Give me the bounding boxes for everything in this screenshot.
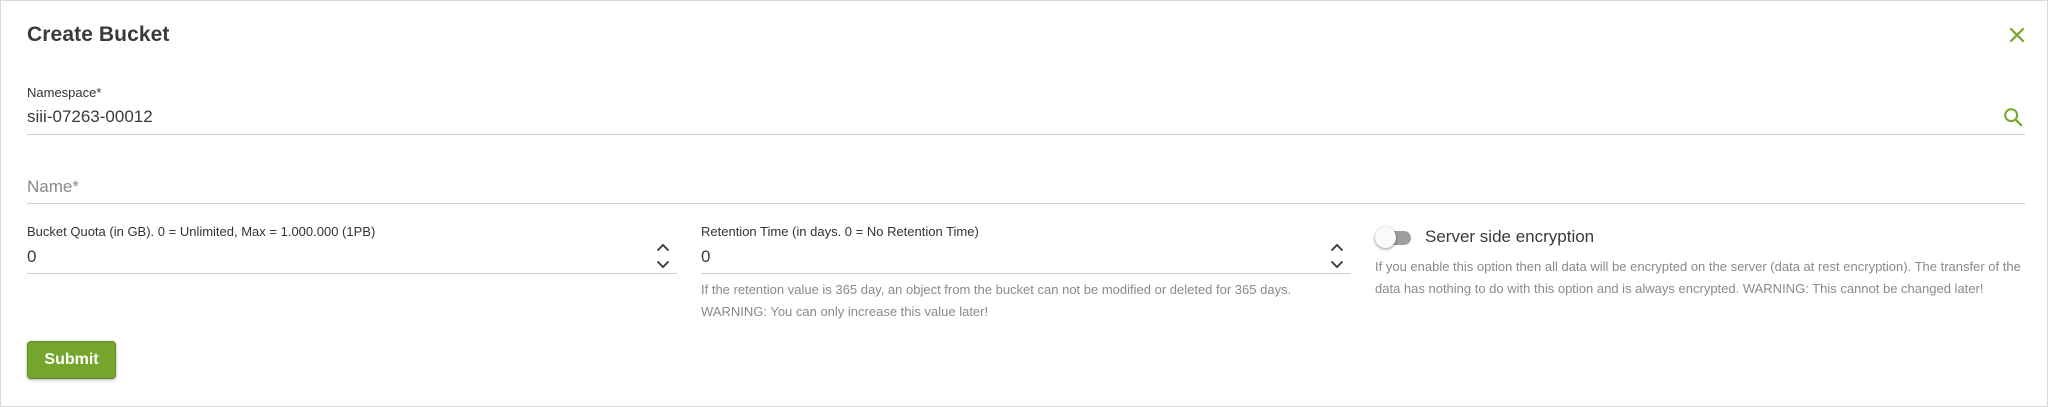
create-bucket-dialog: Create Bucket Namespace* siii-07263-0001… — [0, 0, 2048, 407]
dialog-title: Create Bucket — [27, 23, 170, 46]
retention-input[interactable]: 0 — [701, 247, 710, 267]
toggle-knob — [1375, 227, 1396, 248]
namespace-search-button[interactable] — [2002, 106, 2024, 128]
quota-underline — [27, 273, 677, 274]
retention-underline — [701, 273, 1351, 274]
retention-label: Retention Time (in days. 0 = No Retentio… — [701, 224, 979, 239]
chevron-up-down-icon — [657, 244, 669, 268]
quota-label: Bucket Quota (in GB). 0 = Unlimited, Max… — [27, 224, 376, 239]
encryption-label[interactable]: Server side encryption — [1425, 227, 1594, 247]
search-icon — [2004, 108, 2023, 127]
name-underline — [27, 203, 2025, 204]
name-input[interactable]: Name* — [27, 177, 79, 197]
close-button[interactable] — [2005, 23, 2029, 47]
quota-stepper[interactable] — [653, 239, 673, 273]
namespace-underline — [27, 134, 2025, 135]
retention-help-text: If the retention value is 365 day, an ob… — [701, 282, 1292, 319]
submit-button[interactable]: Submit — [27, 341, 116, 379]
namespace-label: Namespace* — [27, 85, 102, 100]
encryption-help-text: If you enable this option then all data … — [1375, 259, 2021, 296]
retention-stepper[interactable] — [1327, 239, 1347, 273]
close-icon — [2009, 27, 2025, 43]
encryption-toggle[interactable] — [1375, 227, 1413, 248]
namespace-input[interactable]: siii-07263-00012 — [27, 107, 153, 127]
quota-input[interactable]: 0 — [27, 247, 36, 267]
chevron-up-down-icon — [1331, 244, 1343, 268]
